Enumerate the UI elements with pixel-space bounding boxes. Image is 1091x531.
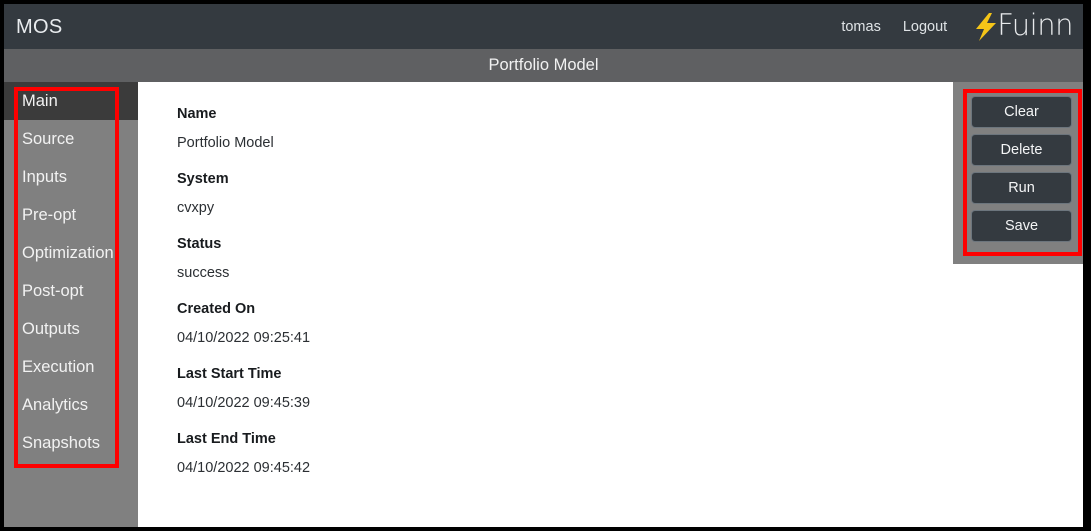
- field-label: Created On: [177, 301, 256, 317]
- sidebar-item-label: Source: [22, 130, 75, 148]
- field-label: Last Start Time: [177, 366, 282, 382]
- logout-link[interactable]: Logout: [903, 19, 947, 35]
- page-title: Portfolio Model: [488, 56, 599, 74]
- lightning-bolt-icon: [976, 12, 997, 41]
- field-last-start-time: Last Start Time 04/10/2022 09:45:39: [177, 366, 957, 411]
- action-panel: Clear Delete Run Save: [953, 82, 1083, 264]
- field-last-end-time: Last End Time 04/10/2022 09:45:42: [177, 431, 957, 476]
- sidebar-item-snapshots[interactable]: Snapshots: [4, 424, 138, 462]
- field-label: System: [177, 171, 229, 187]
- sidebar-item-label: Inputs: [22, 168, 67, 186]
- application-window: MOS tomas Logout Fuinn Portfolio Model M…: [4, 4, 1083, 527]
- main-content-panel: Name Portfolio Model System cvxpy Status…: [138, 82, 957, 527]
- fuinn-logo: Fuinn: [973, 8, 1073, 42]
- sidebar-item-label: Optimization: [22, 244, 114, 262]
- sidebar-item-label: Snapshots: [22, 434, 100, 452]
- sidebar-item-post-opt[interactable]: Post-opt: [4, 272, 138, 310]
- field-name: Name Portfolio Model: [177, 106, 957, 151]
- app-brand-label: MOS: [16, 16, 63, 38]
- field-label: Last End Time: [177, 431, 276, 447]
- sidebar-item-inputs[interactable]: Inputs: [4, 158, 138, 196]
- field-created-on: Created On 04/10/2022 09:25:41: [177, 301, 957, 346]
- sidebar-item-outputs[interactable]: Outputs: [4, 310, 138, 348]
- sidebar-navigation: Main Source Inputs Pre-opt Optimization …: [4, 82, 138, 527]
- save-button[interactable]: Save: [971, 210, 1072, 242]
- field-label: Status: [177, 236, 222, 252]
- field-value: 04/10/2022 09:45:42: [177, 460, 311, 476]
- sidebar-item-source[interactable]: Source: [4, 120, 138, 158]
- field-value: success: [177, 265, 230, 281]
- sidebar-item-analytics[interactable]: Analytics: [4, 386, 138, 424]
- sidebar-item-main[interactable]: Main: [4, 82, 138, 120]
- sidebar-item-label: Outputs: [22, 320, 80, 338]
- field-status: Status success: [177, 236, 957, 281]
- page-title-bar: Portfolio Model: [4, 49, 1083, 82]
- field-label: Name: [177, 106, 217, 122]
- sidebar-item-label: Main: [22, 92, 58, 110]
- sidebar-item-label: Post-opt: [22, 282, 84, 300]
- field-value: Portfolio Model: [177, 135, 274, 151]
- field-value: 04/10/2022 09:45:39: [177, 395, 311, 411]
- sidebar-item-execution[interactable]: Execution: [4, 348, 138, 386]
- field-value: 04/10/2022 09:25:41: [177, 330, 311, 346]
- sidebar-item-label: Analytics: [22, 396, 89, 414]
- clear-button[interactable]: Clear: [971, 96, 1072, 128]
- sidebar-item-optimization[interactable]: Optimization: [4, 234, 138, 272]
- navbar-right-group: tomas Logout Fuinn: [841, 4, 1077, 49]
- fuinn-logo-text: Fuinn: [997, 8, 1073, 42]
- run-button[interactable]: Run: [971, 172, 1072, 204]
- current-username-label: tomas: [841, 18, 881, 35]
- delete-button[interactable]: Delete: [971, 134, 1072, 166]
- field-system: System cvxpy: [177, 171, 957, 216]
- sidebar-item-label: Execution: [22, 358, 95, 376]
- top-navbar: MOS tomas Logout Fuinn: [4, 4, 1083, 49]
- sidebar-item-label: Pre-opt: [22, 206, 77, 224]
- sidebar-item-pre-opt[interactable]: Pre-opt: [4, 196, 138, 234]
- action-button-group: Clear Delete Run Save: [971, 96, 1072, 242]
- field-value: cvxpy: [177, 200, 215, 216]
